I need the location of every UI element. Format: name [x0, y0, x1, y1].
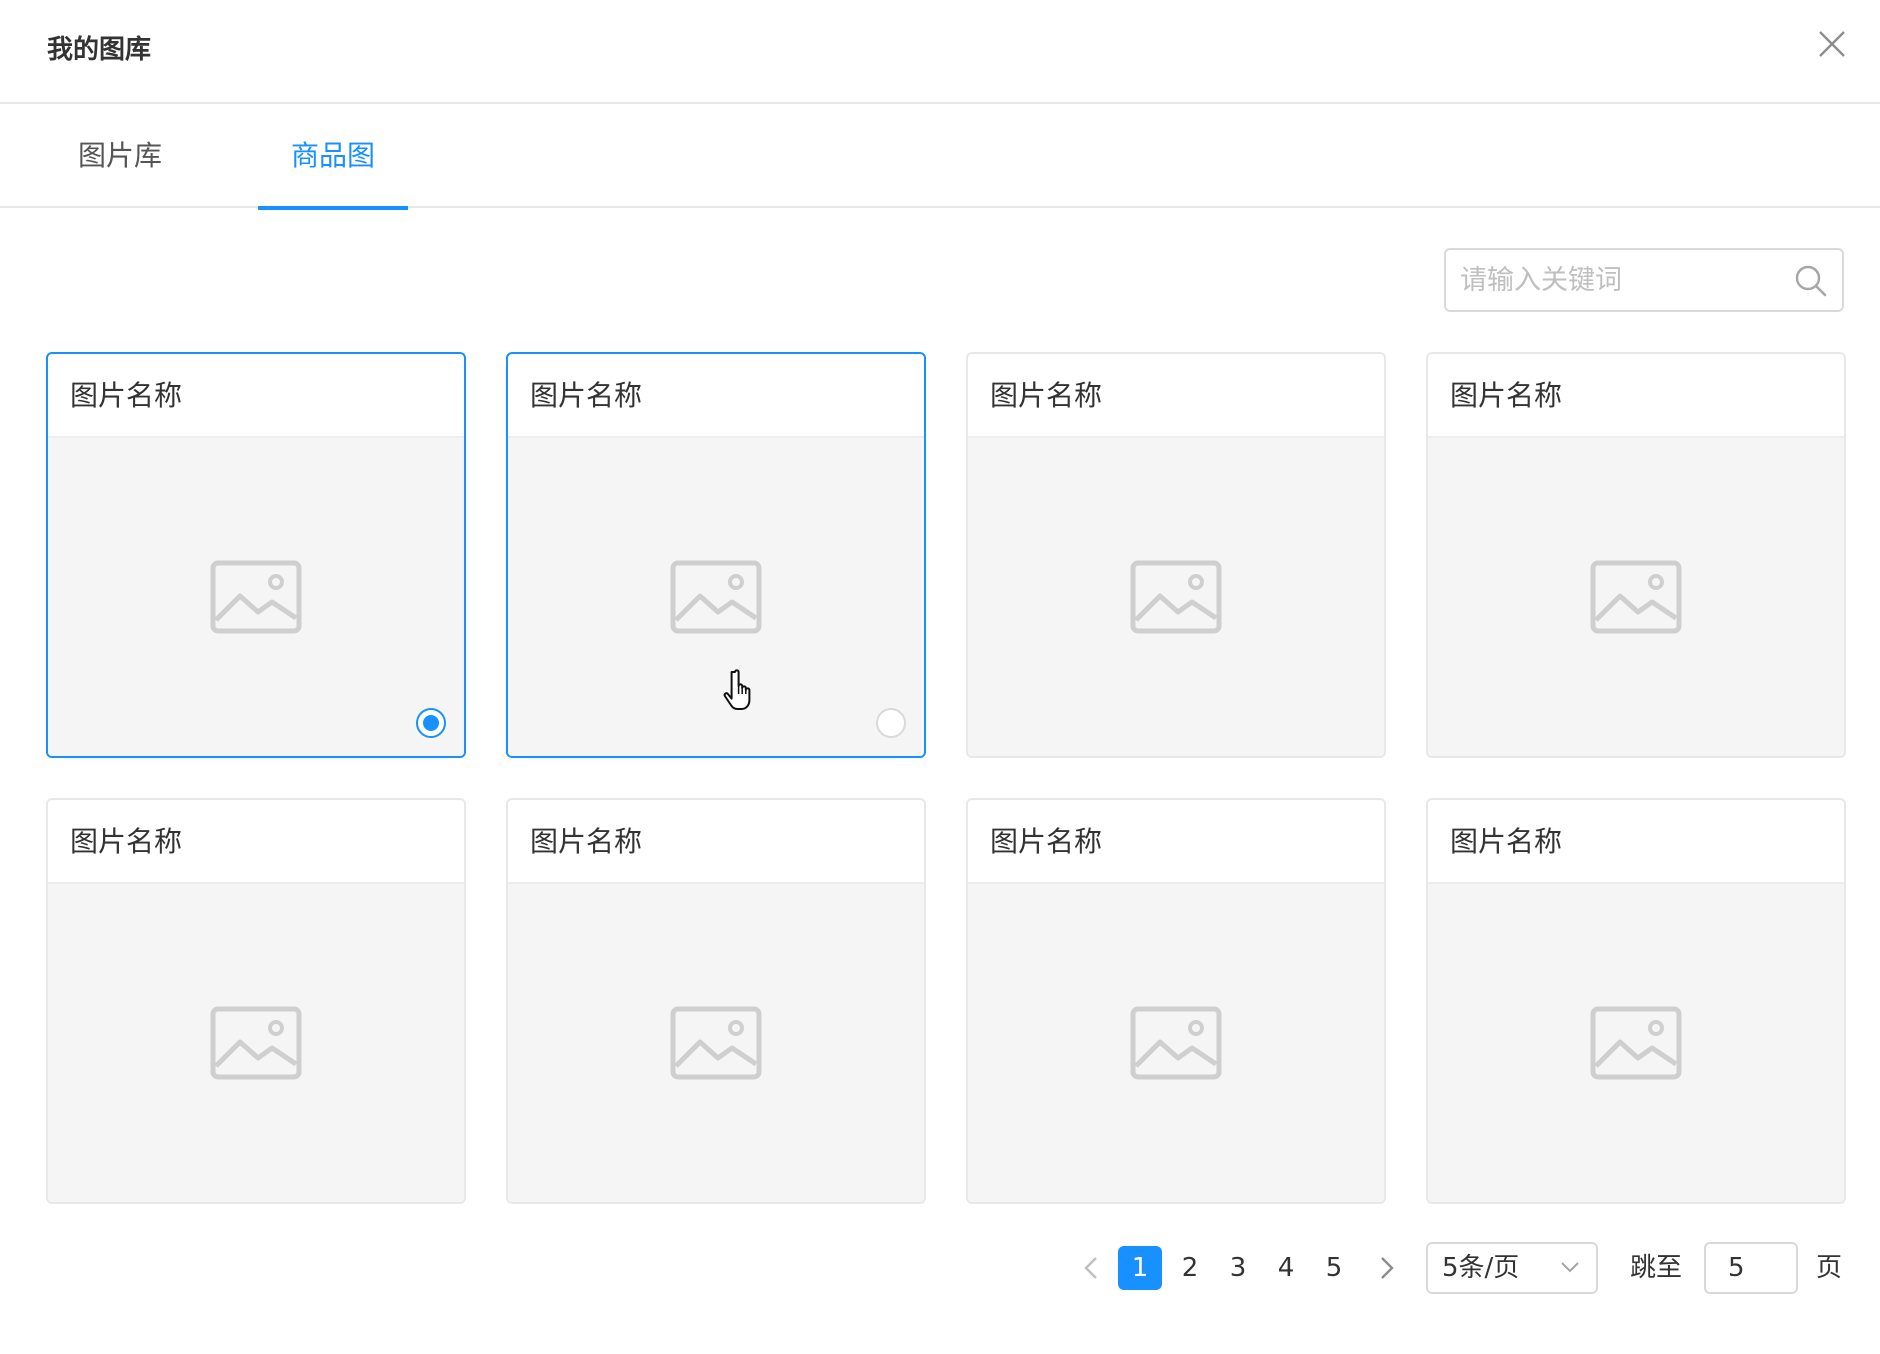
image-card[interactable]: 图片名称: [1426, 798, 1846, 1204]
image-placeholder: [508, 438, 924, 756]
tab-product-images-label: 商品图: [290, 139, 375, 172]
image-card[interactable]: 图片名称: [1426, 352, 1846, 758]
image-placeholder-icon: [670, 1006, 762, 1080]
page-number[interactable]: 4: [1264, 1246, 1308, 1290]
search-box[interactable]: [1444, 248, 1844, 312]
next-page-icon[interactable]: [1366, 1246, 1406, 1290]
image-card-title: 图片名称: [1428, 800, 1844, 884]
dialog-title: 我的图库: [47, 35, 152, 65]
image-card-title: 图片名称: [508, 354, 924, 438]
page-number[interactable]: 3: [1216, 1246, 1260, 1290]
image-placeholder: [1428, 438, 1844, 756]
image-card[interactable]: 图片名称: [46, 352, 466, 758]
image-placeholder-icon: [1590, 1006, 1682, 1080]
search-input[interactable]: [1460, 260, 1780, 300]
image-placeholder: [48, 438, 464, 756]
image-card-title: 图片名称: [48, 800, 464, 884]
page-number[interactable]: 2: [1168, 1246, 1212, 1290]
page-size-select[interactable]: 5条/页: [1426, 1242, 1598, 1294]
dialog-header: 我的图库: [0, 0, 1880, 104]
image-placeholder: [968, 438, 1384, 756]
image-card-title: 图片名称: [968, 800, 1384, 884]
image-card[interactable]: 图片名称: [506, 798, 926, 1204]
image-placeholder-icon: [210, 1006, 302, 1080]
chevron-down-icon: [1561, 1262, 1579, 1273]
goto-page-input[interactable]: 5: [1704, 1242, 1798, 1294]
image-card[interactable]: 图片名称: [506, 352, 926, 758]
image-placeholder-icon: [1130, 1006, 1222, 1080]
image-placeholder: [968, 884, 1384, 1202]
image-placeholder-icon: [670, 560, 762, 634]
image-card[interactable]: 图片名称: [46, 798, 466, 1204]
search-icon[interactable]: [1794, 264, 1828, 298]
image-card-title: 图片名称: [508, 800, 924, 884]
image-placeholder-icon: [210, 560, 302, 634]
select-radio[interactable]: [416, 708, 446, 738]
image-placeholder: [1428, 884, 1844, 1202]
page-number[interactable]: 5: [1312, 1246, 1356, 1290]
goto-label: 跳至: [1630, 1253, 1683, 1283]
tab-product-images[interactable]: 商品图: [258, 104, 408, 210]
select-radio[interactable]: [876, 708, 906, 738]
page-size-value: 5条/页: [1442, 1253, 1520, 1283]
prev-page-icon[interactable]: [1072, 1246, 1112, 1290]
active-tab-indicator: [258, 206, 408, 210]
close-icon[interactable]: [1814, 26, 1850, 62]
tab-image-library[interactable]: 图片库: [40, 104, 200, 208]
page-number[interactable]: 1: [1118, 1246, 1162, 1290]
tab-bar: 图片库 商品图: [0, 104, 1880, 210]
image-card[interactable]: 图片名称: [966, 798, 1386, 1204]
image-placeholder-icon: [1130, 560, 1222, 634]
image-card-title: 图片名称: [968, 354, 1384, 438]
image-card[interactable]: 图片名称: [966, 352, 1386, 758]
image-placeholder: [48, 884, 464, 1202]
image-placeholder-icon: [1590, 560, 1682, 634]
image-card-title: 图片名称: [1428, 354, 1844, 438]
image-card-title: 图片名称: [48, 354, 464, 438]
page-unit-label: 页: [1816, 1253, 1843, 1283]
image-placeholder: [508, 884, 924, 1202]
